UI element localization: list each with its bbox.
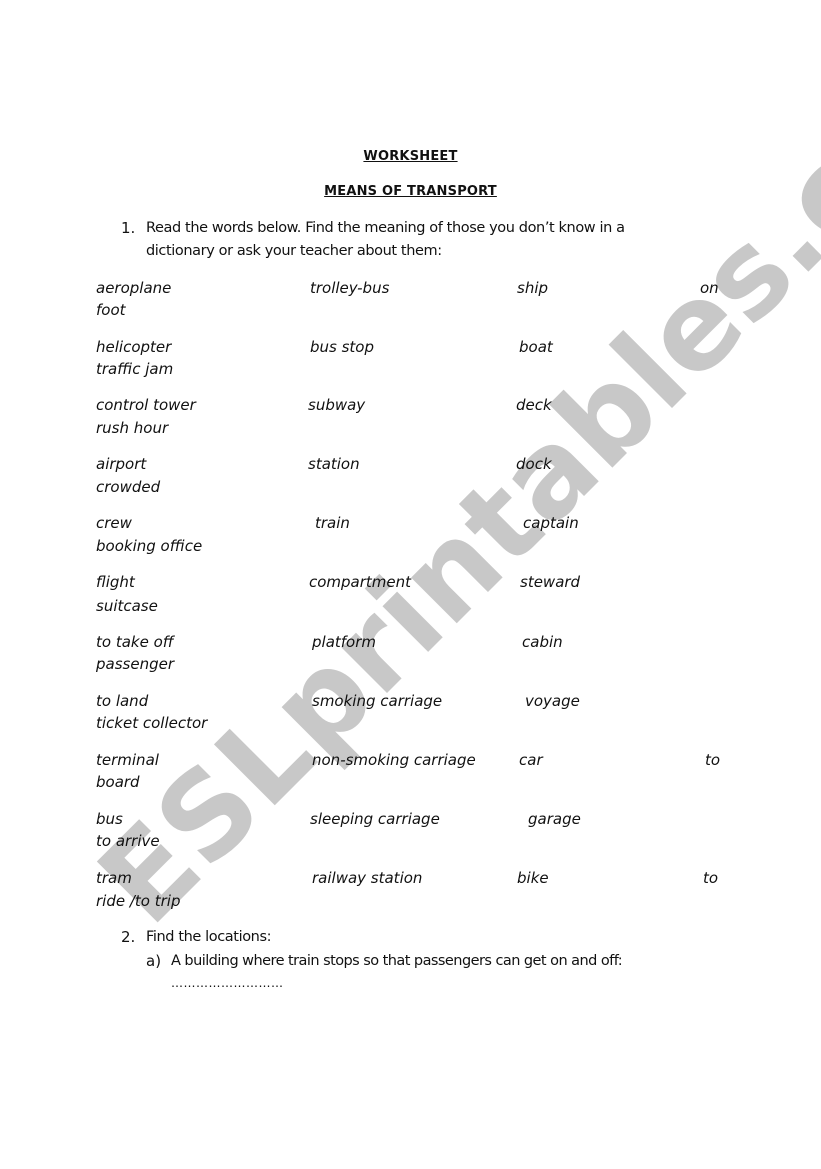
vocab-word: crowded xyxy=(96,478,161,496)
vocab-word: cabin xyxy=(522,633,563,651)
vocab-word: bus xyxy=(96,810,123,828)
vocab-word: crew xyxy=(96,514,132,532)
vocab-word: tram xyxy=(96,869,132,887)
answer-blank[interactable]: ……………………… xyxy=(171,972,284,995)
vocab-word: passenger xyxy=(96,655,174,673)
vocab-word: to xyxy=(703,869,719,887)
vocab-word: non-smoking carriage xyxy=(312,751,476,769)
worksheet-subtitle: MEANS OF TRANSPORT xyxy=(324,184,497,199)
vocab-word: foot xyxy=(96,301,126,319)
vocab-word: board xyxy=(96,773,140,791)
watermark-text: ESLprintables.com xyxy=(72,0,821,950)
vocab-word: railway station xyxy=(312,869,423,887)
question-2-number: 2. xyxy=(121,928,136,946)
vocab-word: garage xyxy=(528,810,581,828)
vocab-word: aeroplane xyxy=(96,279,172,297)
vocab-word: to take off xyxy=(96,633,174,651)
vocab-word: boat xyxy=(519,338,553,356)
question-1-line-2: dictionary or ask your teacher about the… xyxy=(146,243,442,259)
vocab-word: steward xyxy=(520,573,581,591)
worksheet-page: ESLprintables.com WORKSHEET MEANS OF TRA… xyxy=(0,0,821,1169)
vocab-word: to xyxy=(705,751,721,769)
vocab-word: voyage xyxy=(525,692,580,710)
vocab-word: on xyxy=(700,279,719,297)
vocab-word: booking office xyxy=(96,537,203,555)
vocab-word: airport xyxy=(96,455,147,473)
vocab-word: train xyxy=(315,514,350,532)
vocab-word: to arrive xyxy=(96,832,160,850)
vocab-word: terminal xyxy=(96,751,159,769)
vocab-word: bus stop xyxy=(310,338,375,356)
vocab-word: captain xyxy=(523,514,579,532)
vocab-word: sleeping carriage xyxy=(310,810,440,828)
question-2-text: Find the locations: xyxy=(146,929,272,945)
question-1: 1. Read the words below. Find the meanin… xyxy=(0,217,821,267)
vocab-word: compartment xyxy=(309,573,412,591)
vocab-word: ship xyxy=(517,279,549,297)
vocab-word: dock xyxy=(516,455,552,473)
question-2: 2. Find the locations: a) A building whe… xyxy=(0,926,821,996)
vocab-word: suitcase xyxy=(96,597,158,615)
question-2a-text: A building where train stops so that pas… xyxy=(171,953,623,969)
vocab-word: traffic jam xyxy=(96,360,174,378)
vocab-word: subway xyxy=(308,396,366,414)
vocab-word: bike xyxy=(517,869,549,887)
worksheet-title: WORKSHEET xyxy=(363,149,458,164)
question-1-line-1: Read the words below. Find the meaning o… xyxy=(146,220,625,236)
vocab-word: rush hour xyxy=(96,419,169,437)
vocab-word: to land xyxy=(96,692,149,710)
question-1-number: 1. xyxy=(121,219,136,237)
vocab-word: smoking carriage xyxy=(312,692,443,710)
question-2a-label: a) xyxy=(146,952,162,970)
vocab-word: flight xyxy=(96,573,135,591)
vocab-word: control tower xyxy=(96,396,196,414)
vocab-word: station xyxy=(308,455,360,473)
vocab-word: ticket collector xyxy=(96,714,208,732)
vocab-word: deck xyxy=(516,396,552,414)
vocab-word: car xyxy=(519,751,543,769)
vocab-word: trolley-bus xyxy=(310,279,390,297)
vocab-word: helicopter xyxy=(96,338,172,356)
vocab-word: ride /to trip xyxy=(96,892,181,910)
vocab-word: platform xyxy=(312,633,376,651)
